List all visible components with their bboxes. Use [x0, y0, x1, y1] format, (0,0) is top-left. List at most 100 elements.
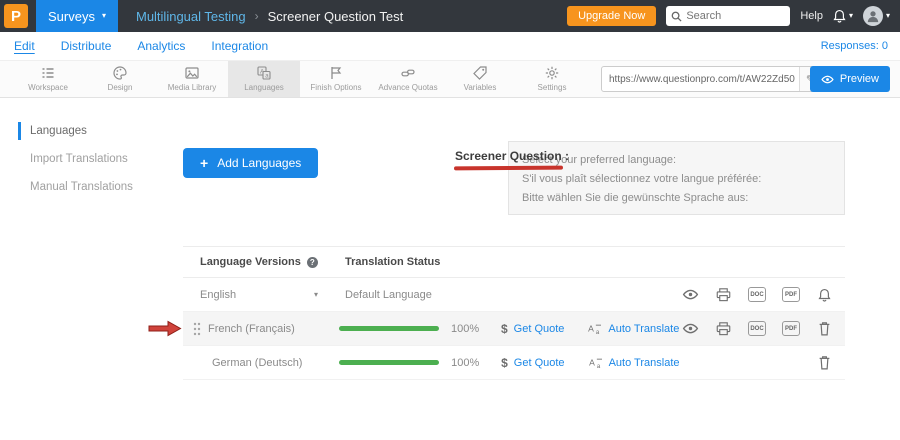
delete-trash-icon[interactable]	[816, 320, 833, 337]
tab-analytics[interactable]: Analytics	[137, 39, 185, 53]
breadcrumb-separator: ›	[255, 9, 259, 23]
flag-icon	[329, 66, 343, 80]
plus-icon: +	[200, 155, 208, 171]
translation-progress-percent: 100%	[451, 357, 483, 369]
top-navbar: P Surveys ▾ Multilingual Testing › Scree…	[0, 0, 900, 32]
get-quote-link[interactable]: Get Quote	[514, 323, 565, 335]
palette-icon	[113, 66, 127, 80]
survey-url[interactable]: https://www.questionpro.com/t/AW22Zd50	[602, 74, 799, 85]
drag-handle-icon[interactable]	[193, 322, 201, 336]
responses-count[interactable]: Responses: 0	[821, 32, 888, 60]
chevron-down-icon: ▾	[849, 12, 853, 20]
print-icon[interactable]	[715, 286, 732, 303]
export-doc-icon[interactable]: DOC	[748, 287, 766, 302]
sidebar-item-manual-translations[interactable]: Manual Translations	[0, 173, 176, 201]
dollar-icon: $	[501, 356, 508, 370]
dollar-icon: $	[501, 322, 508, 336]
surveys-product-menu[interactable]: Surveys ▾	[36, 0, 118, 32]
export-doc-icon[interactable]: DOC	[748, 321, 766, 336]
questionpro-logo[interactable]: P	[4, 4, 28, 28]
toolbar-item-advance-quotas[interactable]: Advance Quotas	[372, 61, 444, 97]
toolbar-item-workspace[interactable]: Workspace	[12, 61, 84, 97]
language-cell: German (Deutsch)	[183, 357, 339, 369]
preview-eye-icon[interactable]	[682, 286, 699, 303]
print-icon[interactable]	[715, 320, 732, 337]
svg-text:a: a	[596, 364, 600, 369]
export-pdf-icon[interactable]: PDF	[782, 321, 800, 336]
get-quote-group: $ Get Quote	[501, 356, 564, 370]
toolbar-item-design[interactable]: Design	[84, 61, 156, 97]
languages-sidebar: Languages Import Translations Manual Tra…	[0, 117, 176, 201]
language-cell: English ▾	[183, 289, 345, 301]
chevron-down-icon: ▾	[886, 12, 890, 20]
table-row-french: French (Français) 100% $ Get Quote Aa Au…	[183, 312, 845, 346]
svg-text:A: A	[589, 323, 595, 333]
sidebar-item-languages[interactable]: Languages	[0, 117, 176, 145]
translation-progress-bar	[339, 360, 439, 365]
breadcrumb-survey-name[interactable]: Multilingual Testing	[136, 9, 246, 24]
get-quote-group: $ Get Quote	[501, 322, 564, 336]
language-name: English	[200, 289, 236, 301]
help-circle-icon[interactable]: ?	[307, 257, 318, 268]
survey-url-box: https://www.questionpro.com/t/AW22Zd50 ✎	[601, 66, 822, 92]
toolbar-item-finish-options[interactable]: Finish Options	[300, 61, 372, 97]
toolbar-item-label: Settings	[538, 83, 567, 92]
upgrade-now-button[interactable]: Upgrade Now	[567, 6, 656, 26]
link-icon	[401, 66, 415, 80]
toolbar-item-label: Workspace	[28, 83, 68, 92]
language-versions-header-cell: Language Versions ?	[183, 256, 345, 268]
translation-progress-percent: 100%	[451, 323, 483, 335]
get-quote-link[interactable]: Get Quote	[514, 357, 565, 369]
language-versions-header: Language Versions	[200, 256, 301, 268]
default-language-text: Default Language	[345, 289, 432, 301]
toolbar-item-languages[interactable]: Aa Languages	[228, 61, 300, 97]
preview-button-label: Preview	[840, 73, 879, 85]
auto-translate-group: Aa Auto Translate	[588, 323, 679, 335]
preview-eye-icon[interactable]	[682, 320, 699, 337]
workspace-icon	[41, 66, 55, 80]
row-actions: DOC PDF	[673, 286, 845, 303]
screener-line-french: S'il vous plaît sélectionnez votre langu…	[522, 170, 831, 189]
notify-bell-icon[interactable]	[816, 286, 833, 303]
search-input[interactable]	[686, 10, 785, 22]
language-name: French (Français)	[208, 323, 295, 335]
avatar	[863, 6, 883, 26]
toolbar-item-settings[interactable]: Settings	[516, 61, 588, 97]
svg-text:a: a	[596, 330, 600, 335]
preview-button[interactable]: Preview	[810, 66, 890, 92]
add-languages-button[interactable]: + Add Languages	[183, 148, 318, 178]
eye-icon	[821, 75, 834, 84]
help-link[interactable]: Help	[800, 10, 823, 22]
export-pdf-icon[interactable]: PDF	[782, 287, 800, 302]
auto-translate-link[interactable]: Auto Translate	[609, 357, 680, 369]
language-name: German (Deutsch)	[212, 357, 302, 369]
user-menu[interactable]: ▾	[863, 6, 890, 26]
tab-distribute[interactable]: Distribute	[61, 39, 112, 53]
default-language-select[interactable]: English ▾	[200, 289, 318, 301]
table-header-row: Language Versions ? Translation Status	[183, 246, 845, 278]
toolbar-item-media-library[interactable]: Media Library	[156, 61, 228, 97]
auto-translate-icon: Aa	[588, 323, 602, 335]
breadcrumb-page-title: Screener Question Test	[268, 9, 404, 24]
search-box[interactable]	[666, 6, 790, 26]
delete-trash-icon[interactable]	[816, 354, 833, 371]
toolbar-item-label: Design	[108, 83, 133, 92]
row-actions: DOC PDF	[679, 320, 845, 337]
tab-edit[interactable]: Edit	[14, 39, 35, 53]
status-cell: Default Language	[345, 289, 673, 301]
image-icon	[185, 66, 199, 80]
auto-translate-link[interactable]: Auto Translate	[608, 323, 679, 335]
auto-translate-icon: Aa	[589, 357, 603, 369]
notifications-menu[interactable]: ▾	[833, 9, 853, 23]
toolbar-item-label: Finish Options	[310, 83, 361, 92]
screener-line-german: Bitte wählen Sie die gewünschte Sprache …	[522, 189, 831, 208]
translate-icon: Aa	[257, 66, 271, 80]
row-actions	[680, 354, 846, 371]
sidebar-item-import-translations[interactable]: Import Translations	[0, 145, 176, 173]
table-row-english: English ▾ Default Language DOC PDF	[183, 278, 845, 312]
bell-icon	[833, 9, 846, 23]
survey-nav-tabs: Edit Distribute Analytics Integration	[0, 32, 900, 60]
tag-icon	[473, 66, 487, 80]
toolbar-item-variables[interactable]: Variables	[444, 61, 516, 97]
tab-integration[interactable]: Integration	[211, 39, 268, 53]
